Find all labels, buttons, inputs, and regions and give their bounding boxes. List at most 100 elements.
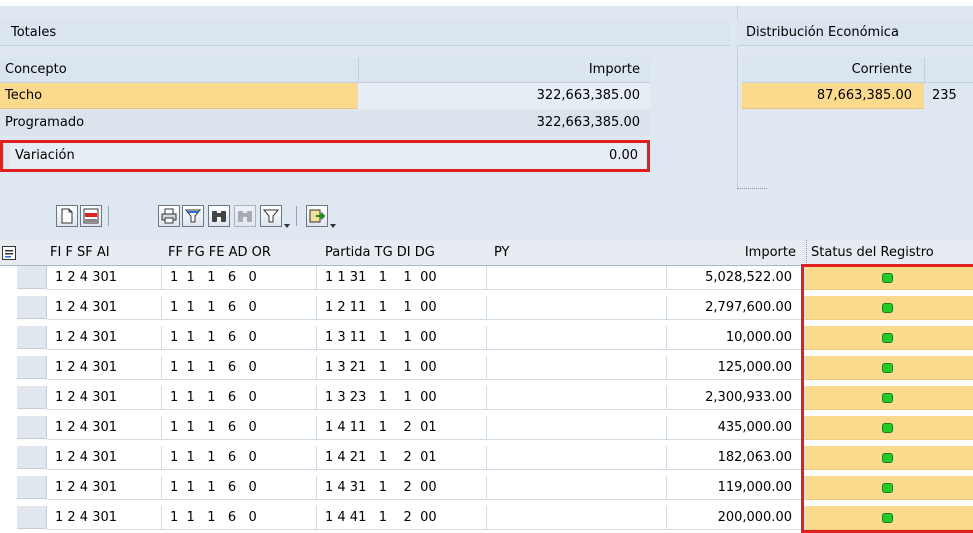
cell-importe[interactable]: 200,000.00 [667, 506, 805, 530]
row-selector[interactable] [17, 356, 47, 379]
col-concepto-header: Concepto [5, 62, 67, 77]
col-header-importe[interactable]: Importe [668, 240, 796, 265]
next-value-partial[interactable]: 235 [928, 83, 973, 109]
col-header-partida[interactable]: Partida TG DI DG [325, 240, 485, 265]
totales-title-bar: Totales [0, 20, 730, 46]
cell-ff[interactable]: 1 1 1 6 0 [162, 296, 317, 320]
col-header-status[interactable]: Status del Registro [806, 240, 973, 265]
toolbar-separator [108, 206, 109, 226]
cell-importe[interactable]: 2,300,933.00 [667, 386, 805, 410]
distribucion-title-bar: Distribución Económica [737, 20, 973, 46]
col-header-py[interactable]: PY [494, 240, 534, 265]
row-selector[interactable] [17, 296, 47, 319]
cell-py[interactable] [487, 356, 667, 380]
variacion-label[interactable]: Variación [10, 143, 358, 169]
cell-py[interactable] [487, 266, 667, 290]
cell-partida[interactable]: 1 4 31 1 2 00 [317, 476, 487, 500]
cell-importe[interactable]: 119,000.00 [667, 476, 805, 500]
techo-importe[interactable]: 322,663,385.00 [358, 83, 650, 109]
cell-partida[interactable]: 1 1 31 1 1 00 [317, 266, 487, 290]
col-corriente-header: Corriente [851, 62, 912, 77]
row-selector[interactable] [17, 326, 47, 349]
cell-partida[interactable]: 1 4 21 1 2 01 [317, 446, 487, 470]
cell-fi[interactable]: 1 2 4 301 [47, 266, 162, 290]
set-filter-dropdown-icon[interactable] [284, 218, 290, 228]
cell-partida[interactable]: 1 4 11 1 2 01 [317, 416, 487, 440]
programado-importe[interactable]: 322,663,385.00 [358, 110, 650, 136]
set-filter-icon[interactable] [260, 205, 282, 227]
cell-importe[interactable]: 5,028,522.00 [667, 266, 805, 290]
cell-partida[interactable]: 1 4 41 1 2 00 [317, 506, 487, 530]
col-header-ff-fg-fe-ad-or[interactable]: FF FG FE AD OR [168, 240, 316, 265]
row-selector[interactable] [17, 416, 47, 439]
cell-py[interactable] [487, 416, 667, 440]
row-selector[interactable] [17, 446, 47, 469]
cell-fi[interactable]: 1 2 4 301 [47, 386, 162, 410]
distribucion-col-header: Corriente [742, 57, 973, 83]
filter-icon[interactable] [182, 205, 204, 227]
cell-ff[interactable]: 1 1 1 6 0 [162, 266, 317, 290]
cell-fi[interactable]: 1 2 4 301 [47, 446, 162, 470]
find-next-icon[interactable] [234, 205, 256, 227]
corriente-value[interactable]: 87,663,385.00 [742, 83, 924, 109]
cell-py[interactable] [487, 386, 667, 410]
cell-fi[interactable]: 1 2 4 301 [47, 416, 162, 440]
totales-row-techo: Techo 322,663,385.00 [0, 83, 650, 109]
delete-row-icon[interactable] [80, 205, 102, 227]
cell-ff[interactable]: 1 1 1 6 0 [162, 416, 317, 440]
cell-ff[interactable]: 1 1 1 6 0 [162, 446, 317, 470]
cell-partida[interactable]: 1 3 21 1 1 00 [317, 356, 487, 380]
totales-col-header: Concepto Importe [0, 57, 650, 83]
cell-importe[interactable]: 125,000.00 [667, 356, 805, 380]
select-all-icon[interactable] [0, 240, 17, 265]
cell-py[interactable] [487, 326, 667, 350]
distribucion-title: Distribución Económica [746, 25, 899, 40]
cell-fi[interactable]: 1 2 4 301 [47, 326, 162, 350]
totales-title: Totales [11, 25, 57, 40]
variacion-importe[interactable]: 0.00 [358, 143, 646, 169]
cell-ff[interactable]: 1 1 1 6 0 [162, 476, 317, 500]
cell-py[interactable] [487, 446, 667, 470]
find-icon[interactable] [208, 205, 230, 227]
export-icon[interactable] [306, 205, 328, 227]
sap-screen: Totales Concepto Importe Techo 322,663,3… [0, 0, 973, 533]
cell-fi[interactable]: 1 2 4 301 [47, 296, 162, 320]
cell-partida[interactable]: 1 3 11 1 1 00 [317, 326, 487, 350]
col-importe-header: Importe [358, 57, 650, 83]
cell-py[interactable] [487, 296, 667, 320]
row-selector[interactable] [17, 266, 47, 289]
export-dropdown-icon[interactable] [330, 218, 336, 228]
cell-py[interactable] [487, 476, 667, 500]
cell-importe[interactable]: 435,000.00 [667, 416, 805, 440]
totales-row-programado: Programado 322,663,385.00 [0, 110, 650, 136]
details-icon[interactable] [56, 205, 78, 227]
grid-header: FI F SF AI FF FG FE AD OR Partida TG DI … [0, 240, 973, 266]
col-next-header [924, 57, 973, 83]
cell-partida[interactable]: 1 3 23 1 1 00 [317, 386, 487, 410]
status-column-highlight [801, 264, 973, 533]
cell-ff[interactable]: 1 1 1 6 0 [162, 326, 317, 350]
cell-importe[interactable]: 182,063.00 [667, 446, 805, 470]
print-icon[interactable] [158, 205, 180, 227]
cell-ff[interactable]: 1 1 1 6 0 [162, 356, 317, 380]
cell-importe[interactable]: 10,000.00 [667, 326, 805, 350]
cell-py[interactable] [487, 506, 667, 530]
row-selector[interactable] [17, 506, 47, 529]
cell-partida[interactable]: 1 2 11 1 1 00 [317, 296, 487, 320]
techo-label[interactable]: Techo [0, 83, 358, 109]
cell-ff[interactable]: 1 1 1 6 0 [162, 506, 317, 530]
splitter-dots[interactable] [737, 188, 767, 192]
cell-fi[interactable]: 1 2 4 301 [47, 506, 162, 530]
row-selector[interactable] [17, 476, 47, 499]
cell-importe[interactable]: 2,797,600.00 [667, 296, 805, 320]
toolbar [0, 196, 973, 236]
cell-fi[interactable]: 1 2 4 301 [47, 356, 162, 380]
col-header-fi-f-sf-ai[interactable]: FI F SF AI [50, 240, 154, 265]
totales-row-variacion: Variación 0.00 [0, 140, 650, 172]
cell-ff[interactable]: 1 1 1 6 0 [162, 386, 317, 410]
toolbar-separator [296, 206, 297, 226]
cell-fi[interactable]: 1 2 4 301 [47, 476, 162, 500]
programado-label[interactable]: Programado [0, 110, 358, 136]
distribucion-row: 87,663,385.00 235 [742, 83, 973, 109]
row-selector[interactable] [17, 386, 47, 409]
